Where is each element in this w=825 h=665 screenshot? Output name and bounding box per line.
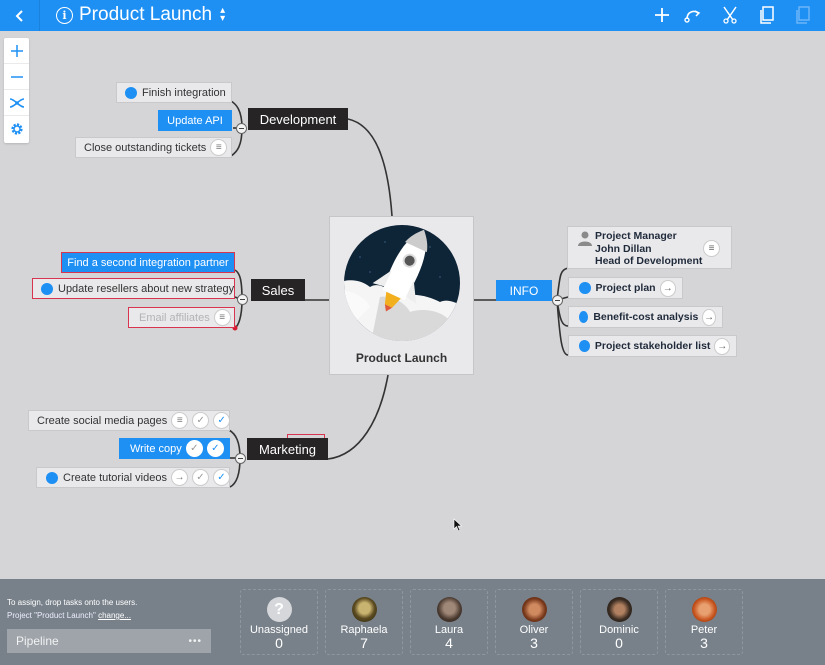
task-label: Create social media pages — [37, 414, 168, 427]
notes-icon[interactable]: ≡ — [210, 139, 228, 156]
task-finish-integration[interactable]: Finish integration — [116, 82, 232, 103]
check-done-icon[interactable]: ✓ — [206, 440, 224, 457]
task-update-resellers[interactable]: Update resellers about new strategy — [32, 278, 235, 299]
info-link-project-stakeholder-list[interactable]: Project stakeholder list → — [568, 335, 737, 357]
task-status-dot — [46, 471, 58, 484]
topic-label: Marketing — [258, 441, 317, 457]
task-find-second-integration-partner[interactable]: Find a second integration partner — [61, 252, 235, 273]
collapse-development-button[interactable] — [236, 123, 247, 134]
user-task-count: 3 — [700, 635, 708, 651]
topic-label: INFO — [509, 283, 539, 298]
avatar — [351, 597, 377, 622]
avatar — [436, 597, 462, 622]
collapse-sales-button[interactable] — [237, 294, 248, 305]
notes-icon[interactable]: ≡ — [213, 309, 231, 326]
user-peter[interactable]: Peter 3 — [665, 589, 743, 655]
user-task-count: 3 — [530, 635, 538, 651]
user-task-count: 0 — [615, 635, 623, 651]
collapse-marketing-button[interactable] — [235, 453, 246, 464]
task-update-api[interactable]: Update API — [158, 110, 232, 131]
user-raphaela[interactable]: Raphaela 7 — [325, 589, 403, 655]
check-done-icon[interactable]: ✓ — [213, 412, 231, 429]
notes-icon[interactable]: ≡ — [171, 412, 189, 429]
arrow-right-icon[interactable]: → — [659, 279, 676, 297]
avatar — [606, 597, 632, 622]
person-icon — [578, 231, 592, 246]
mouse-cursor-icon — [453, 518, 463, 532]
arrow-right-icon[interactable]: → — [714, 337, 730, 355]
task-label: Close outstanding tickets — [84, 141, 207, 154]
pipeline-selector[interactable]: Pipeline ••• — [7, 629, 211, 653]
link-marketing — [327, 374, 389, 460]
user-task-count: 0 — [275, 635, 283, 651]
more-options-icon[interactable]: ••• — [188, 636, 202, 647]
collapse-info-button[interactable] — [552, 295, 563, 306]
link-dot — [579, 311, 589, 323]
task-label: Finish integration — [142, 86, 226, 99]
avatar — [691, 597, 717, 622]
topic-sales[interactable]: Sales — [251, 279, 305, 301]
topic-label: Development — [259, 111, 337, 127]
topic-marketing[interactable]: Marketing — [247, 438, 328, 460]
task-label: Update API — [167, 114, 223, 127]
task-create-tutorial-videos[interactable]: Create tutorial videos → ✓ ✓ — [36, 467, 230, 488]
check-done-icon[interactable]: ✓ — [212, 469, 230, 486]
task-label: Find a second integration partner — [67, 256, 229, 269]
user-laura[interactable]: Laura 4 — [410, 589, 488, 655]
arrow-right-icon[interactable]: → — [170, 469, 188, 486]
info-link-label: Benefit-cost analysis — [593, 311, 699, 323]
task-write-copy[interactable]: Write copy ✓ ✓ — [119, 438, 230, 459]
project-line: Project "Product Launch" change... — [7, 611, 131, 620]
avatar — [521, 597, 547, 622]
app-window: i Product Launch ▴ ▾ Finish integration … — [0, 0, 825, 665]
pipeline-label: Pipeline — [16, 634, 59, 648]
info-link-label: Project stakeholder list — [594, 340, 711, 352]
info-link-benefit-cost-analysis[interactable]: Benefit-cost analysis → — [568, 306, 723, 328]
central-topic-label: Product Launch — [355, 351, 448, 365]
check-icon[interactable]: ✓ — [191, 469, 209, 486]
topic-label: Sales — [261, 282, 295, 298]
task-label: Create tutorial videos — [63, 471, 167, 484]
contact-role: Project Manager — [595, 230, 677, 242]
info-link-project-plan[interactable]: Project plan → — [568, 277, 683, 299]
rocket-illustration — [344, 225, 460, 341]
user-oliver[interactable]: Oliver 3 — [495, 589, 573, 655]
arrow-right-icon[interactable]: → — [702, 308, 716, 326]
task-label: Email affiliates — [139, 311, 210, 324]
info-link-label: Project plan — [595, 282, 656, 294]
central-topic[interactable]: Product Launch — [329, 216, 474, 375]
task-label: Update resellers about new strategy — [58, 282, 235, 295]
task-status-dot — [125, 86, 137, 99]
contact-name: John Dillan — [595, 242, 652, 255]
link-development — [347, 118, 393, 217]
topic-development[interactable]: Development — [248, 108, 348, 130]
task-status-dot — [41, 282, 53, 295]
project-name-text: Project "Product Launch" — [7, 611, 96, 620]
contact-title: Head of Development — [595, 255, 703, 267]
task-create-social-media-pages[interactable]: Create social media pages ≡ ✓ ✓ — [28, 410, 231, 431]
user-task-count: 4 — [445, 635, 453, 651]
assignment-panel: To assign, drop tasks onto the users. Pr… — [0, 579, 825, 665]
notes-icon[interactable]: ≡ — [703, 240, 720, 257]
contact-card[interactable]: Project Manager John Dillan Head of Deve… — [567, 226, 732, 269]
question-icon: ? — [266, 597, 292, 622]
user-dominic[interactable]: Dominic 0 — [580, 589, 658, 655]
user-unassigned[interactable]: ? Unassigned 0 — [240, 589, 318, 655]
link-dot — [579, 282, 591, 294]
user-task-count: 7 — [360, 635, 368, 651]
task-close-outstanding-tickets[interactable]: Close outstanding tickets ≡ — [75, 137, 232, 158]
assign-hint: To assign, drop tasks onto the users. — [7, 598, 138, 607]
topic-info[interactable]: INFO — [496, 280, 552, 301]
change-project-link[interactable]: change... — [98, 611, 131, 620]
link-dot — [579, 340, 590, 352]
task-email-affiliates[interactable]: Email affiliates ≡ — [128, 307, 235, 328]
check-icon[interactable]: ✓ — [192, 412, 210, 429]
task-label: Write copy — [130, 442, 182, 455]
check-icon[interactable]: ✓ — [185, 440, 203, 457]
